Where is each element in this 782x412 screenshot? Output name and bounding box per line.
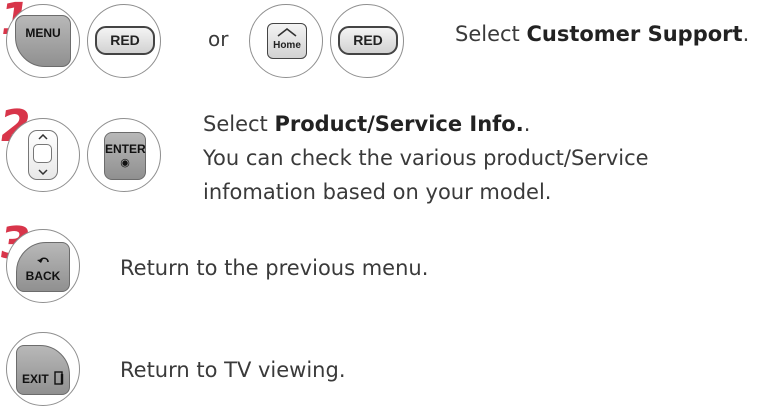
step-2-line-2: You can check the various product/Servic… xyxy=(203,146,649,170)
red-key-a[interactable]: RED xyxy=(95,26,155,55)
enter-key[interactable]: ENTER ◉ xyxy=(104,132,146,180)
nav-key-circle xyxy=(6,118,80,192)
step-2-prefix: Select xyxy=(203,112,275,136)
dot-circle-icon: ◉ xyxy=(120,157,130,169)
exit-key[interactable]: EXIT xyxy=(16,345,70,395)
chevron-up-icon xyxy=(38,134,48,140)
exit-door-icon xyxy=(54,371,64,385)
chevron-down-icon xyxy=(38,169,48,175)
menu-key[interactable]: MENU xyxy=(15,15,71,67)
red-key-b-label: RED xyxy=(353,32,383,48)
back-key[interactable]: BACK xyxy=(16,242,70,292)
home-key[interactable]: Home xyxy=(267,23,307,59)
up-down-navigation-key[interactable] xyxy=(28,130,58,180)
step-1-instruction: Select Customer Support. xyxy=(455,18,749,50)
home-key-circle: Home xyxy=(249,4,323,78)
step-1-prefix: Select xyxy=(455,22,527,46)
enter-key-circle: ENTER ◉ xyxy=(87,118,161,192)
return-arrow-icon xyxy=(37,257,49,263)
step-4-instruction: Return to TV viewing. xyxy=(120,358,346,382)
red-key-b[interactable]: RED xyxy=(338,26,398,55)
or-text: or xyxy=(208,27,229,51)
step-3-instruction: Return to the previous menu. xyxy=(120,256,429,280)
back-key-label: BACK xyxy=(25,269,61,283)
enter-key-label: ENTER xyxy=(105,142,146,156)
menu-key-circle: MENU xyxy=(6,4,80,78)
step-2-line-3: infomation based on your model. xyxy=(203,180,552,204)
menu-key-label: MENU xyxy=(25,26,61,40)
step-2-line-1: Select Product/Service Info.. xyxy=(203,108,530,140)
step-2-target: Product/Service Info. xyxy=(274,112,524,136)
exit-key-circle: EXIT xyxy=(6,332,80,406)
red-key-circle-a: RED xyxy=(87,4,161,78)
back-key-circle: BACK xyxy=(6,229,80,303)
step-2-suffix: . xyxy=(523,112,531,136)
exit-key-label: EXIT xyxy=(22,372,49,386)
center-square xyxy=(33,144,52,163)
red-key-circle-b: RED xyxy=(330,4,404,78)
step-1-target: Customer Support xyxy=(526,22,743,46)
red-key-a-label: RED xyxy=(110,32,140,48)
step-1-suffix: . xyxy=(742,22,750,46)
home-key-label: Home xyxy=(273,40,301,51)
home-icon xyxy=(277,27,297,37)
